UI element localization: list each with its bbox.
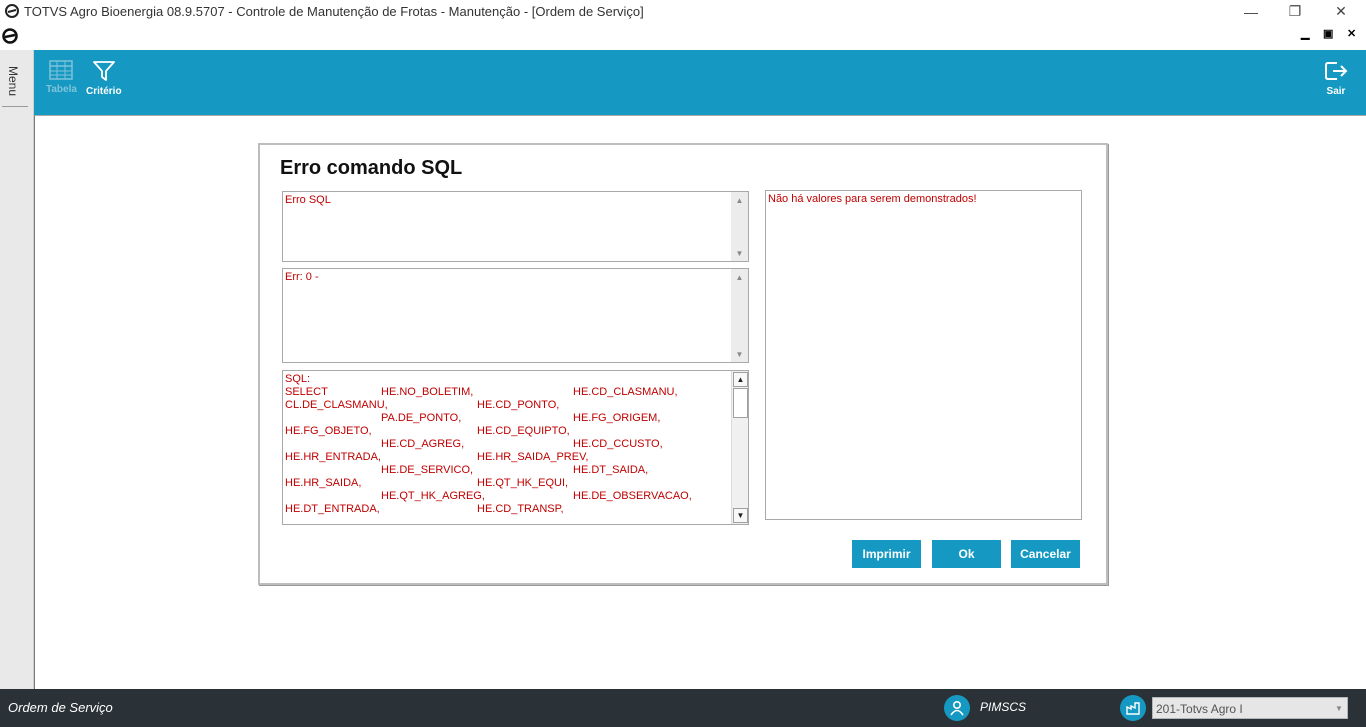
scroll-down-arrow-icon[interactable]: ▼ (731, 245, 748, 261)
sql-line: CL.DE_CLASMANU, HE.CD_PONTO, (285, 399, 725, 412)
sql-line: SELECT HE.NO_BOLETIM, HE.CD_CLASMANU, (285, 386, 725, 399)
side-menu: Menu (0, 50, 34, 689)
sql-token: HE.DE_SERVICO, (381, 464, 474, 476)
status-bar: Ordem de Serviço PIMSCS 201-Totvs Agro I… (0, 689, 1366, 727)
sql-line: HE.CD_AGREG, HE.CD_CCUSTO, (285, 438, 725, 451)
menu-toggle[interactable]: Menu (6, 66, 20, 96)
error-code-text: Err: 0 - (285, 271, 319, 283)
sql-token: HE.CD_EQUIPTO, (477, 425, 570, 437)
sql-token: HE.FG_ORIGEM, (573, 412, 661, 424)
sql-token: HE.CD_CCUSTO, (573, 438, 663, 450)
company-select-value: 201-Totvs Agro I (1156, 702, 1243, 716)
chevron-down-icon[interactable]: ▼ (1331, 698, 1347, 718)
ok-button[interactable]: Ok (932, 540, 1001, 568)
sair-button[interactable]: Sair (1324, 60, 1348, 97)
window-title: TOTVS Agro Bioenergia 08.9.5707 - Contro… (24, 4, 644, 19)
sql-token: HE.NO_BOLETIM, (381, 386, 474, 398)
sql-token: HE.HR_SAIDA, (285, 477, 362, 489)
company-icon[interactable] (1120, 695, 1146, 721)
sql-header: SQL: (285, 373, 311, 385)
table-icon (49, 60, 74, 80)
dialog-title: Erro comando SQL (280, 157, 463, 179)
window-minimize-button[interactable]: — (1228, 0, 1274, 23)
sql-line: HE.QT_HK_AGREG, HE.DE_OBSERVACAO, (285, 490, 725, 503)
window-restore-button[interactable]: ❐ (1272, 0, 1318, 23)
values-memo[interactable]: Não há valores para serem demonstrados! (765, 190, 1082, 520)
exit-icon (1325, 62, 1348, 80)
error-code-memo[interactable]: Err: 0 - ▲ ▼ (282, 268, 749, 363)
scrollbar[interactable]: ▲ ▼ (731, 269, 748, 362)
sql-token: HE.DT_SAIDA, (573, 464, 649, 476)
sql-token: HE.CD_TRANSP, (477, 503, 564, 515)
sql-token: HE.DT_ENTRADA, (285, 503, 380, 515)
sair-label: Sair (1326, 86, 1346, 97)
sql-line: HE.HR_SAIDA, HE.QT_HK_EQUI, (285, 477, 725, 490)
criterio-button[interactable]: Critério (86, 60, 122, 97)
mdi-restore-button[interactable]: ▣ (1323, 27, 1333, 40)
sql-token: HE.HR_SAIDA_PREV, (477, 451, 589, 463)
sql-statement-memo[interactable]: SQL: SELECT HE.NO_BOLETIM, HE.CD_CLASMANU,… (282, 370, 749, 525)
sql-token: PA.DE_PONTO, (381, 412, 462, 424)
sql-statement-text: SQL: SELECT HE.NO_BOLETIM, HE.CD_CLASMANU,… (285, 373, 725, 516)
totvs-logo-icon (2, 28, 18, 44)
scroll-thumb[interactable] (733, 388, 748, 418)
sql-token: HE.FG_OBJETO, (285, 425, 372, 437)
criterio-label: Critério (86, 86, 122, 97)
sql-token: HE.CD_AGREG, (381, 438, 465, 450)
imprimir-button[interactable]: Imprimir (852, 540, 921, 568)
cancelar-button[interactable]: Cancelar (1011, 540, 1080, 568)
sql-line: HE.DE_SERVICO, HE.DT_SAIDA, (285, 464, 725, 477)
scroll-up-arrow-icon[interactable]: ▲ (731, 269, 748, 285)
mdi-minimize-button[interactable]: ▁ (1301, 27, 1309, 40)
menu-divider (2, 106, 28, 107)
sql-token: SELECT (285, 386, 328, 398)
error-message-memo[interactable]: Erro SQL ▲ ▼ (282, 191, 749, 262)
user-icon[interactable] (944, 695, 970, 721)
window-titlebar: TOTVS Agro Bioenergia 08.9.5707 - Contro… (0, 0, 1366, 23)
tabela-button[interactable]: Tabela (46, 60, 77, 95)
filter-icon (92, 61, 115, 81)
scroll-up-arrow-icon[interactable]: ▲ (733, 372, 748, 387)
values-text: Não há valores para serem demonstrados! (768, 193, 977, 205)
tabela-label: Tabela (46, 84, 77, 95)
sql-line: HE.DT_ENTRADA, HE.CD_TRANSP, (285, 503, 725, 516)
sql-token: CL.DE_CLASMANU, (285, 399, 388, 411)
sql-token: HE.HR_ENTRADA, (285, 451, 381, 463)
sql-token: HE.QT_HK_AGREG, (381, 490, 485, 502)
sql-token: HE.QT_HK_EQUI, (477, 477, 569, 489)
toolbar: Tabela Critério Sair (34, 50, 1366, 115)
sql-token: HE.CD_PONTO, (477, 399, 560, 411)
company-select[interactable]: 201-Totvs Agro I ▼ (1152, 697, 1348, 719)
error-message-text: Erro SQL (285, 194, 331, 206)
mdi-bar: ▁ ▣ ✕ (0, 23, 1366, 50)
current-screen-name: Ordem de Serviço (8, 700, 113, 715)
totvs-logo-icon (5, 4, 19, 18)
sql-line: HE.FG_OBJETO, HE.CD_EQUIPTO, (285, 425, 725, 438)
sql-line: PA.DE_PONTO, HE.FG_ORIGEM, (285, 412, 725, 425)
scroll-down-arrow-icon[interactable]: ▼ (733, 508, 748, 523)
scrollbar[interactable]: ▲ ▼ (731, 371, 748, 524)
sql-error-dialog: Erro comando SQL Erro SQL ▲ ▼ Err: 0 - ▲… (258, 143, 1108, 585)
sql-token: HE.DE_OBSERVACAO, (573, 490, 692, 502)
mdi-close-button[interactable]: ✕ (1347, 27, 1356, 40)
scroll-up-arrow-icon[interactable]: ▲ (731, 192, 748, 208)
sql-line: HE.HR_ENTRADA, HE.HR_SAIDA_PREV, (285, 451, 725, 464)
scrollbar[interactable]: ▲ ▼ (731, 192, 748, 261)
user-name: PIMSCS (980, 700, 1027, 714)
window-close-button[interactable]: ✕ (1318, 0, 1364, 23)
sql-token: HE.CD_CLASMANU, (573, 386, 678, 398)
scroll-down-arrow-icon[interactable]: ▼ (731, 346, 748, 362)
